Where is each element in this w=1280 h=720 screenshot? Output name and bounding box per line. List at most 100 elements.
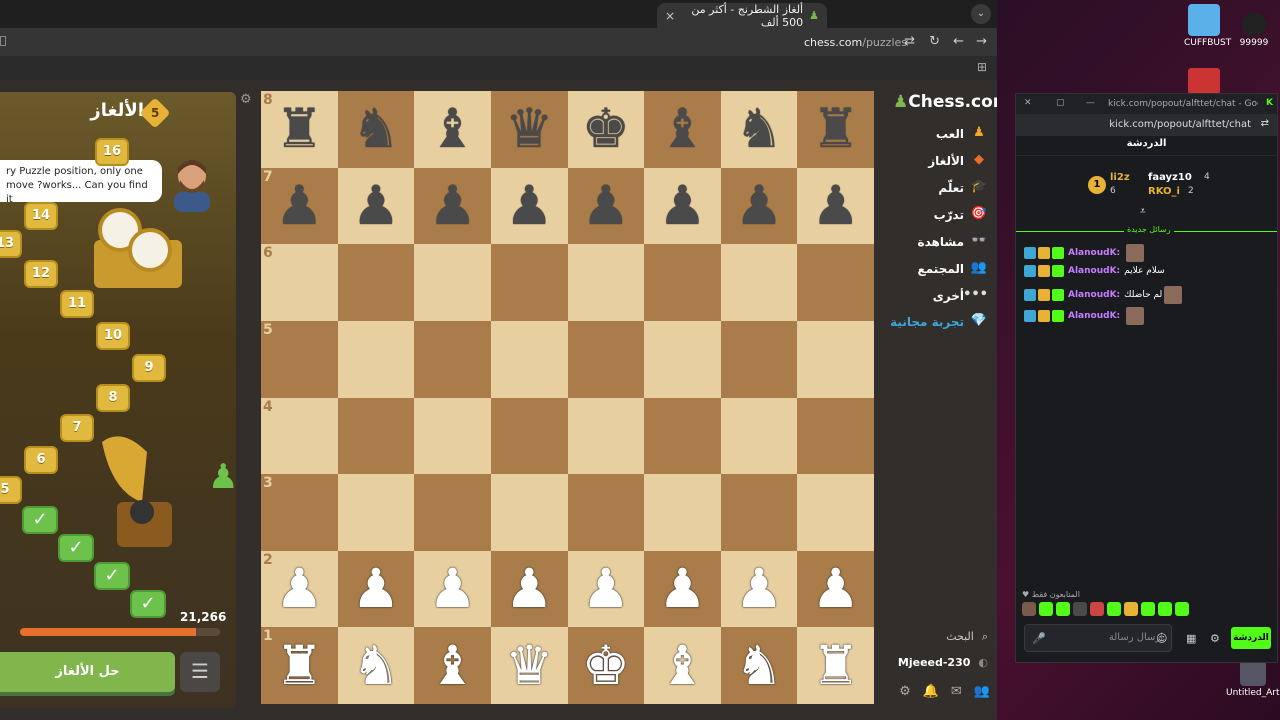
collapse-chevron-icon[interactable]: ⩡ bbox=[1140, 206, 1146, 217]
chat-username[interactable]: AlanoudK: bbox=[1068, 248, 1120, 258]
emote[interactable] bbox=[1141, 602, 1155, 616]
board-square[interactable] bbox=[644, 320, 721, 398]
board-square[interactable] bbox=[720, 244, 798, 321]
board-square[interactable] bbox=[567, 397, 645, 475]
board-square[interactable]: ♜ bbox=[797, 91, 874, 168]
white-pawn-icon[interactable]: ♟ bbox=[811, 562, 859, 616]
board-square[interactable] bbox=[490, 397, 568, 475]
puzzle-tile[interactable]: 13 bbox=[0, 230, 22, 258]
puzzle-tile[interactable]: 10 bbox=[96, 322, 130, 350]
maximize-window-icon[interactable]: ▢ bbox=[1056, 98, 1065, 108]
url-field[interactable]: chess.com/puzzles bbox=[804, 36, 907, 49]
desktop-icon-99999[interactable]: 99999 bbox=[1236, 4, 1272, 48]
board-square[interactable]: ♝ bbox=[414, 627, 491, 704]
white-knight-icon[interactable]: ♞ bbox=[352, 638, 400, 693]
puzzle-tile[interactable]: 14 bbox=[24, 202, 58, 230]
emote[interactable] bbox=[1107, 602, 1121, 616]
white-pawn-icon[interactable]: ♟ bbox=[505, 562, 553, 616]
board-square[interactable]: ♟ bbox=[337, 167, 415, 245]
black-bishop-icon[interactable]: ♝ bbox=[428, 102, 476, 156]
board-square[interactable] bbox=[490, 474, 568, 551]
black-queen-icon[interactable]: ♛ bbox=[505, 102, 553, 156]
white-pawn-icon[interactable]: ♟ bbox=[428, 562, 476, 616]
nav-item[interactable]: 🎯 تدرّب bbox=[934, 206, 988, 224]
black-bishop-icon[interactable]: ♝ bbox=[658, 102, 706, 156]
black-knight-icon[interactable]: ♞ bbox=[735, 102, 783, 156]
board-square[interactable] bbox=[720, 397, 798, 475]
board-square[interactable]: ♞ bbox=[720, 91, 798, 168]
chat-username[interactable]: AlanoudK: bbox=[1068, 311, 1120, 321]
store-icon[interactable]: ▦ bbox=[1186, 632, 1196, 645]
puzzle-tile[interactable]: 6 bbox=[24, 446, 58, 474]
board-square[interactable] bbox=[337, 320, 415, 398]
board-square[interactable]: 7 ♟ bbox=[261, 167, 338, 245]
tab-close-icon[interactable]: × bbox=[665, 9, 675, 23]
puzzle-tile[interactable]: 11 bbox=[60, 290, 94, 318]
nav-search[interactable]: ⌕ البحث bbox=[946, 630, 988, 644]
black-rook-icon[interactable]: ♜ bbox=[811, 102, 859, 156]
puzzle-tile[interactable]: 7 bbox=[60, 414, 94, 442]
board-square[interactable]: ♚ bbox=[567, 627, 645, 704]
board-square[interactable] bbox=[337, 397, 415, 475]
board-square[interactable] bbox=[797, 320, 874, 398]
send-chat-button[interactable]: الدردشة bbox=[1231, 627, 1271, 649]
emote[interactable] bbox=[1124, 602, 1138, 616]
board-square[interactable] bbox=[337, 244, 415, 321]
nav-item[interactable]: 🎓 تعلّم bbox=[938, 179, 988, 197]
board-square[interactable] bbox=[720, 320, 798, 398]
list-icon[interactable]: ☰ bbox=[180, 652, 220, 692]
board-square[interactable] bbox=[337, 474, 415, 551]
white-king-icon[interactable]: ♚ bbox=[582, 638, 630, 693]
board-square[interactable]: ♟ bbox=[490, 550, 568, 628]
board-square[interactable]: ♚ bbox=[567, 91, 645, 168]
back-icon[interactable]: ← bbox=[953, 34, 964, 49]
white-bishop-icon[interactable]: ♝ bbox=[658, 638, 706, 693]
emote[interactable] bbox=[1039, 602, 1053, 616]
sidebar-toggle-icon[interactable] bbox=[0, 36, 6, 46]
friends-icon[interactable]: 👥 bbox=[974, 684, 990, 699]
board-square[interactable] bbox=[567, 244, 645, 321]
white-pawn-icon[interactable]: ♟ bbox=[275, 562, 323, 616]
white-queen-icon[interactable]: ♛ bbox=[505, 638, 553, 693]
board-square[interactable] bbox=[414, 244, 491, 321]
nav-item[interactable]: 💎 تجربة مجانية bbox=[890, 313, 988, 331]
white-pawn-icon[interactable]: ♟ bbox=[658, 562, 706, 616]
browser-tab[interactable]: ♟ ألغاز الشطرنج - أكثر من 500 ألف × bbox=[657, 3, 827, 29]
chat-username[interactable]: AlanoudK: bbox=[1068, 266, 1120, 276]
black-pawn-icon[interactable]: ♟ bbox=[275, 178, 323, 233]
board-square[interactable] bbox=[567, 320, 645, 398]
board-square[interactable]: ♟ bbox=[490, 167, 568, 245]
board-square[interactable] bbox=[414, 320, 491, 398]
board-square[interactable] bbox=[644, 244, 721, 321]
black-pawn-icon[interactable]: ♟ bbox=[582, 178, 630, 233]
nav-item[interactable]: ••• أخرى bbox=[933, 287, 988, 305]
black-pawn-icon[interactable]: ♟ bbox=[505, 178, 553, 233]
emote[interactable] bbox=[1158, 602, 1172, 616]
minimize-window-icon[interactable]: — bbox=[1086, 98, 1095, 108]
board-square[interactable]: ♞ bbox=[337, 627, 415, 704]
desktop-icon-cuffbust[interactable]: CUFFBUST bbox=[1184, 4, 1231, 48]
board-square[interactable]: ♛ bbox=[490, 627, 568, 704]
black-pawn-icon[interactable]: ♟ bbox=[352, 178, 400, 233]
nav-item[interactable]: 👓 مشاهدة bbox=[918, 233, 988, 251]
nav-item[interactable]: 👥 المجتمع bbox=[918, 260, 988, 278]
puzzle-tile[interactable]: 12 bbox=[24, 260, 58, 288]
board-square[interactable] bbox=[414, 397, 491, 475]
chat-message-input[interactable]: إرسال رسالة bbox=[1024, 624, 1172, 652]
board-square[interactable]: 5 bbox=[261, 320, 338, 398]
white-bishop-icon[interactable]: ♝ bbox=[428, 638, 476, 693]
nav-item[interactable]: ♟ العب bbox=[936, 125, 988, 143]
puzzle-tile[interactable]: 9 bbox=[132, 354, 166, 382]
board-square[interactable]: ♟ bbox=[720, 550, 798, 628]
board-square[interactable] bbox=[797, 397, 874, 475]
board-square[interactable]: ♟ bbox=[337, 550, 415, 628]
chess-logo[interactable]: ♟Chess.com bbox=[893, 92, 1011, 112]
emote[interactable] bbox=[1090, 602, 1104, 616]
board-square[interactable]: 1 ♜ bbox=[261, 627, 338, 704]
board-square[interactable]: 6 bbox=[261, 244, 338, 321]
white-pawn-icon[interactable]: ♟ bbox=[582, 562, 630, 616]
reload-icon[interactable]: ↻ bbox=[929, 34, 940, 49]
apps-grid-icon[interactable]: ⊞ bbox=[977, 60, 987, 74]
board-square[interactable]: ♝ bbox=[644, 91, 721, 168]
board-square[interactable]: ♟ bbox=[567, 167, 645, 245]
